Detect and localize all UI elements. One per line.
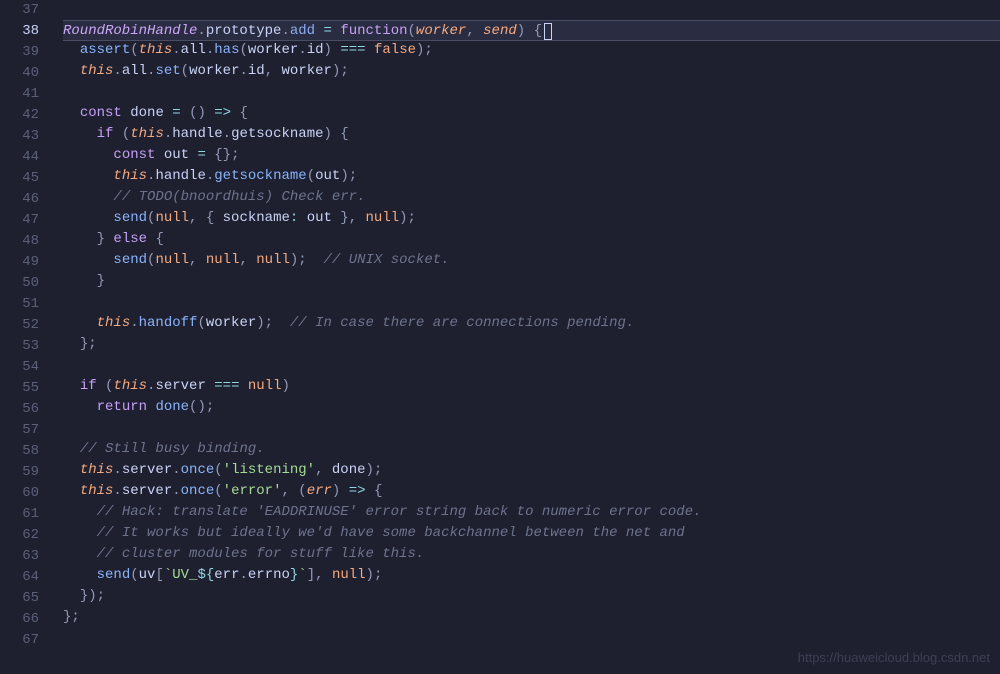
line-number: 61 — [0, 504, 39, 525]
code-line[interactable] — [63, 292, 1000, 313]
code-area[interactable]: RoundRobinHandle.prototype.add = functio… — [55, 0, 1000, 674]
code-line[interactable] — [63, 82, 1000, 103]
code-line[interactable]: }; — [63, 607, 1000, 628]
line-number: 52 — [0, 315, 39, 336]
line-number: 51 — [0, 294, 39, 315]
line-number: 37 — [0, 0, 39, 21]
line-number: 60 — [0, 483, 39, 504]
line-number: 58 — [0, 441, 39, 462]
code-line[interactable]: if (this.handle.getsockname) { — [63, 124, 1000, 145]
code-line[interactable]: send(null, null, null); // UNIX socket. — [63, 250, 1000, 271]
line-number: 67 — [0, 630, 39, 651]
code-line[interactable] — [63, 355, 1000, 376]
code-line[interactable]: // TODO(bnoordhuis) Check err. — [63, 187, 1000, 208]
line-number: 39 — [0, 42, 39, 63]
code-line[interactable] — [63, 418, 1000, 439]
line-number: 63 — [0, 546, 39, 567]
code-line[interactable]: } — [63, 271, 1000, 292]
code-line[interactable]: // Hack: translate 'EADDRINUSE' error st… — [63, 502, 1000, 523]
code-line[interactable]: RoundRobinHandle.prototype.add = functio… — [63, 20, 1000, 41]
line-number: 48 — [0, 231, 39, 252]
code-line[interactable]: send(uv[`UV_${err.errno}`], null); — [63, 565, 1000, 586]
code-line[interactable]: // cluster modules for stuff like this. — [63, 544, 1000, 565]
cursor — [544, 23, 552, 40]
line-number: 41 — [0, 84, 39, 105]
code-line[interactable]: this.handoff(worker); // In case there a… — [63, 313, 1000, 334]
line-number: 53 — [0, 336, 39, 357]
line-number: 44 — [0, 147, 39, 168]
code-line[interactable]: // Still busy binding. — [63, 439, 1000, 460]
code-line[interactable]: return done(); — [63, 397, 1000, 418]
line-number: 42 — [0, 105, 39, 126]
line-number: 55 — [0, 378, 39, 399]
code-line[interactable]: assert(this.all.has(worker.id) === false… — [63, 40, 1000, 61]
code-line[interactable]: if (this.server === null) — [63, 376, 1000, 397]
code-line[interactable]: this.handle.getsockname(out); — [63, 166, 1000, 187]
code-editor[interactable]: 3738394041424344454647484950515253545556… — [0, 0, 1000, 674]
watermark-text: https://huaweicloud.blog.csdn.net — [798, 647, 990, 668]
code-line[interactable]: this.server.once('error', (err) => { — [63, 481, 1000, 502]
code-line[interactable]: send(null, { sockname: out }, null); — [63, 208, 1000, 229]
line-number: 64 — [0, 567, 39, 588]
line-number: 43 — [0, 126, 39, 147]
code-line[interactable]: }; — [63, 334, 1000, 355]
code-line[interactable]: const done = () => { — [63, 103, 1000, 124]
code-line[interactable]: this.all.set(worker.id, worker); — [63, 61, 1000, 82]
line-number: 54 — [0, 357, 39, 378]
line-number: 65 — [0, 588, 39, 609]
line-number: 46 — [0, 189, 39, 210]
line-number: 40 — [0, 63, 39, 84]
code-line[interactable]: } else { — [63, 229, 1000, 250]
line-number: 49 — [0, 252, 39, 273]
line-number: 45 — [0, 168, 39, 189]
code-line[interactable]: }); — [63, 586, 1000, 607]
code-line[interactable]: this.server.once('listening', done); — [63, 460, 1000, 481]
line-number: 38 — [0, 21, 39, 42]
line-number-gutter: 3738394041424344454647484950515253545556… — [0, 0, 55, 674]
line-number: 47 — [0, 210, 39, 231]
line-number: 66 — [0, 609, 39, 630]
line-number: 50 — [0, 273, 39, 294]
code-line[interactable] — [63, 628, 1000, 649]
line-number: 56 — [0, 399, 39, 420]
code-line[interactable]: // It works but ideally we'd have some b… — [63, 523, 1000, 544]
line-number: 57 — [0, 420, 39, 441]
code-line[interactable] — [63, 0, 1000, 21]
line-number: 62 — [0, 525, 39, 546]
code-line[interactable]: const out = {}; — [63, 145, 1000, 166]
line-number: 59 — [0, 462, 39, 483]
